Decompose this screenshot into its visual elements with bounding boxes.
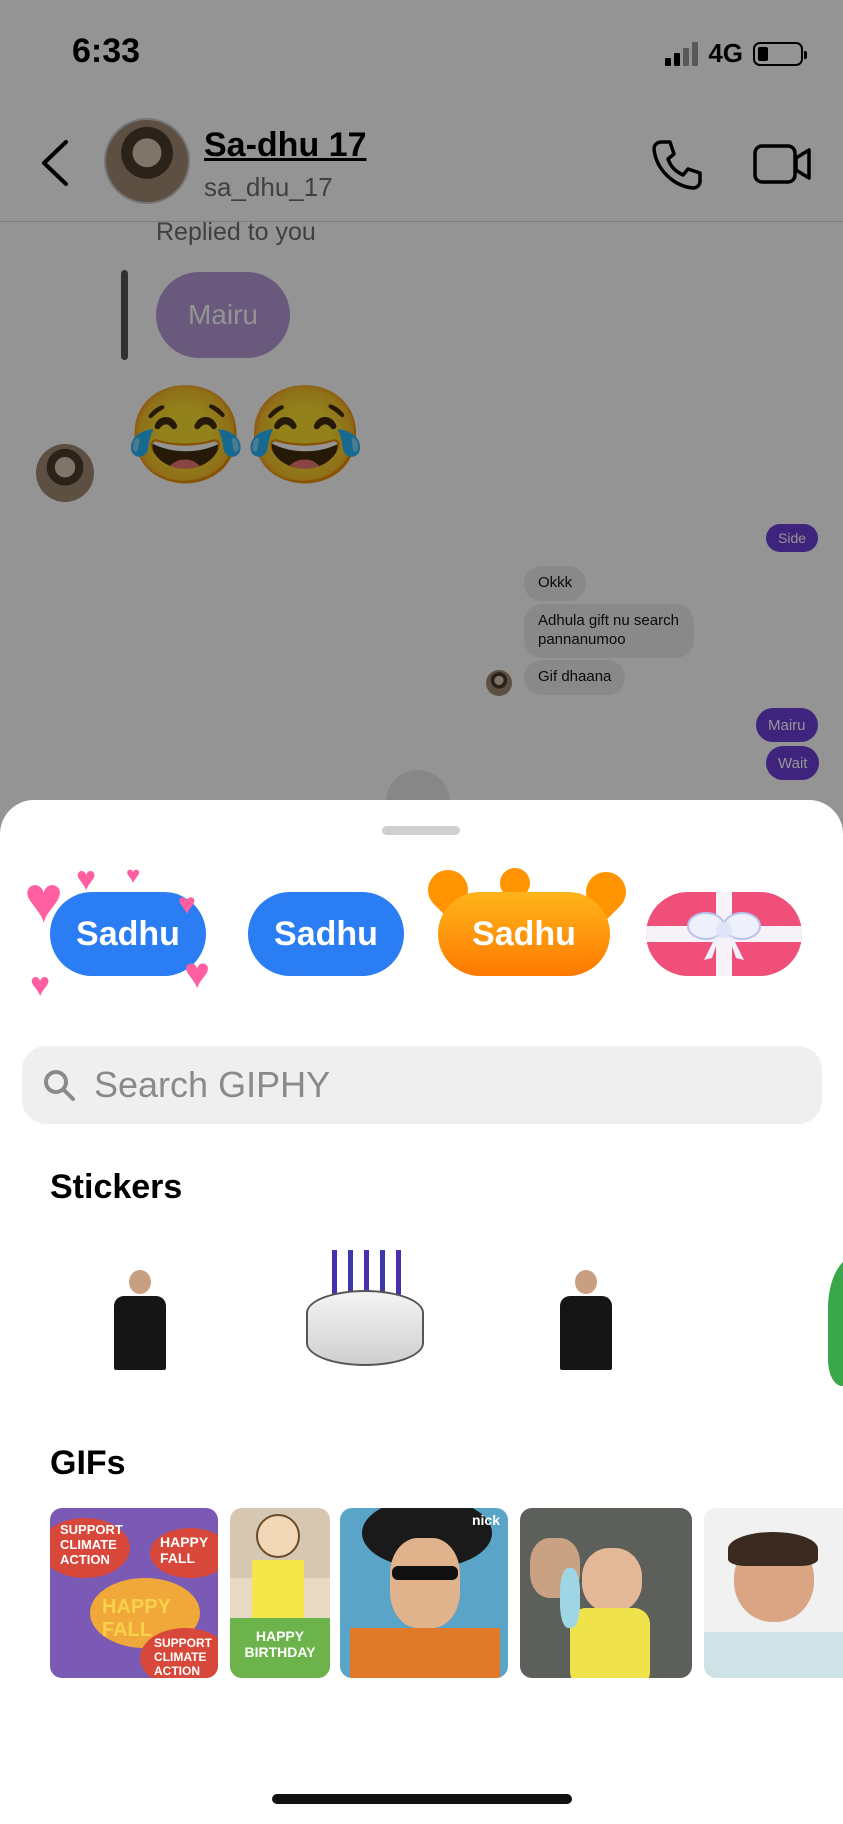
gif-sunglasses-woman[interactable]: nick [340, 1508, 508, 1678]
search-placeholder: Search GIPHY [94, 1064, 331, 1105]
gifs-heading: GIFs [50, 1444, 126, 1482]
search-icon [44, 1070, 75, 1101]
heart-icon: ♥ [178, 888, 196, 921]
sticker-birthday-cake[interactable] [302, 1246, 428, 1376]
heart-icon: ♥ [24, 862, 64, 936]
heart-icon: ♥ [184, 949, 211, 998]
home-indicator[interactable] [272, 1794, 572, 1804]
heart-icon: ♥ [126, 862, 141, 889]
stickers-heading: Stickers [50, 1168, 183, 1206]
sheet-grabber[interactable] [382, 826, 460, 835]
name-sticker-label: Sadhu [438, 892, 610, 976]
gif-happy-fall[interactable]: SUPPORT CLIMATE ACTION HAPPY FALL HAPPY … [50, 1508, 218, 1678]
gif-caption: SUPPORT CLIMATE ACTION [60, 1522, 123, 1567]
gif-watermark: nick [471, 1512, 500, 1528]
sticker-kermit[interactable] [822, 1256, 843, 1396]
name-sticker-label: Sadhu [248, 892, 404, 976]
heart-icon: ♥ [76, 860, 97, 898]
gif-caption: SUPPORT CLIMATE ACTION [154, 1636, 213, 1678]
giphy-search-input[interactable]: Search GIPHY [22, 1046, 822, 1124]
gif-baby-thumbs-up[interactable] [704, 1508, 843, 1678]
sticker-man-clapping[interactable] [114, 1270, 166, 1370]
gif-happy-birthday[interactable]: HAPPY BIRTHDAY [230, 1508, 330, 1678]
sticker-sheet: Sadhu ♥ ♥ ♥ ♥ ♥ ♥ Sadhu Sadhu Search GIP… [0, 800, 843, 1824]
gif-caption: HAPPY BIRTHDAY [244, 1628, 316, 1660]
sticker-man-standing[interactable] [560, 1270, 612, 1370]
gif-girl-eating[interactable] [520, 1508, 692, 1678]
gift-sticker[interactable] [646, 892, 802, 976]
gif-caption: HAPPY FALL [160, 1534, 208, 1566]
heart-icon: ♥ [30, 966, 51, 1004]
gift-bow-icon [646, 892, 802, 976]
